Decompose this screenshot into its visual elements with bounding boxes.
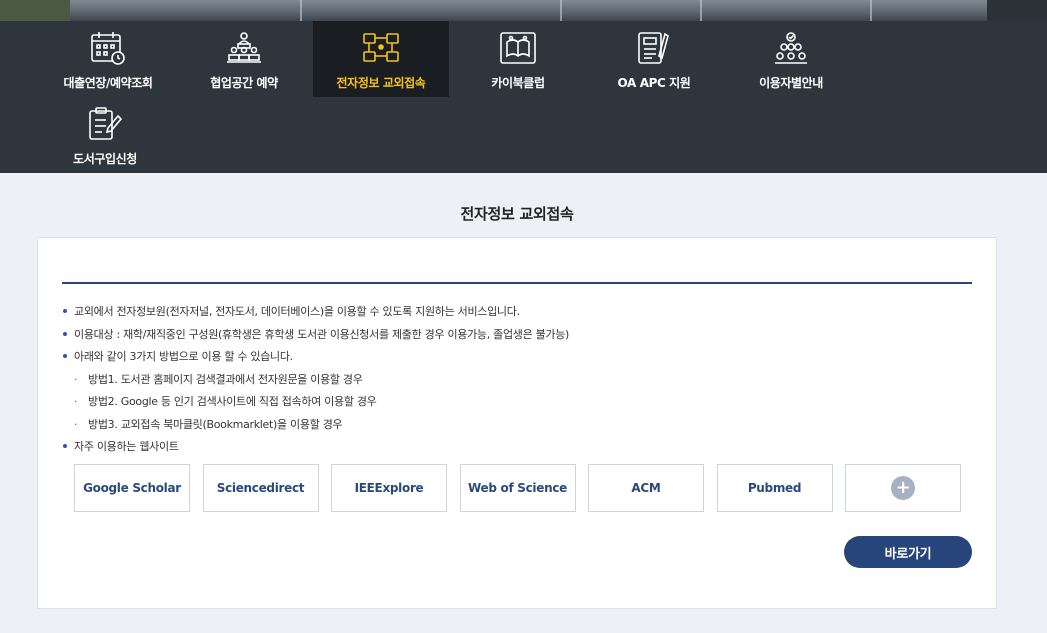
menu-item-book-club[interactable]: 카이북클럽	[450, 21, 586, 97]
hero-stripe	[300, 0, 302, 21]
menu-item-oa-apc[interactable]: OA APC 지원	[586, 21, 722, 97]
user-guide-icon	[771, 29, 811, 67]
document-pen-icon	[634, 29, 674, 67]
hero-stripe	[560, 0, 562, 21]
hero-stripe	[870, 0, 872, 21]
calendar-icon	[88, 29, 128, 67]
sites-heading: 자주 이용하는 웹사이트	[62, 439, 962, 462]
service-menu: 대출연장/예약조회 협업공간 예약 전자정보 교외접속 카이북클럽 OA APC…	[0, 21, 1047, 173]
method-item: 방법1. 도서관 홈페이지 검색결과에서 전자원문을 이용할 경우	[62, 372, 962, 395]
method-item: 방법2. Google 등 인기 검색사이트에 직접 접속하여 이용할 경우	[62, 394, 962, 417]
group-space-icon	[224, 29, 264, 67]
plus-icon: +	[891, 476, 915, 500]
menu-item-collab-space[interactable]: 협업공간 예약	[176, 21, 312, 97]
menu-item-remote-access[interactable]: 전자정보 교외접속	[313, 21, 449, 97]
menu-item-label: 전자정보 교외접속	[336, 76, 426, 90]
go-button[interactable]: 바로가기	[844, 536, 972, 568]
menu-item-label: 이용자별안내	[759, 76, 823, 90]
site-link-sciencedirect[interactable]: Sciencedirect	[202, 464, 319, 512]
menu-item-user-guide[interactable]: 이용자별안내	[723, 21, 859, 97]
list-item: 이용대상 : 재학/재직중인 구성원(휴학생은 휴학생 도서관 이용신청서를 제…	[62, 327, 962, 350]
menu-item-label: 도서구입신청	[73, 152, 137, 166]
list-item: 아래와 같이 3가지 방법으로 이용 할 수 있습니다.	[62, 349, 962, 372]
menu-item-label: 협업공간 예약	[210, 76, 278, 90]
network-icon	[361, 29, 401, 67]
menu-item-label: 대출연장/예약조회	[63, 76, 153, 90]
site-link-web-of-science[interactable]: Web of Science	[459, 464, 576, 512]
menu-item-book-purchase[interactable]: 도서구입신청	[37, 97, 173, 173]
method-item: 방법3. 교외접속 북마클릿(Bookmarklet)을 이용할 경우	[62, 417, 962, 440]
hero-tree	[0, 0, 70, 21]
site-link-google-scholar[interactable]: Google Scholar	[74, 464, 190, 512]
hero-building	[987, 0, 1047, 21]
site-link-ieeexplore[interactable]: IEEExplore	[331, 464, 447, 512]
hero-banner	[0, 0, 1047, 21]
menu-item-loan-renewal[interactable]: 대출연장/예약조회	[40, 21, 176, 97]
clipboard-pen-icon	[85, 105, 125, 143]
more-sites-button[interactable]: +	[845, 464, 961, 512]
hero-stripe	[700, 0, 702, 21]
site-link-pubmed[interactable]: Pubmed	[716, 464, 833, 512]
title-divider	[62, 282, 972, 284]
site-link-acm[interactable]: ACM	[588, 464, 704, 512]
content-panel: 교외에서 전자정보원(전자저널, 전자도서, 데이터베이스)을 이용할 수 있도…	[37, 237, 997, 609]
site-links: Google Scholar Sciencedirect IEEExplore …	[74, 464, 964, 512]
menu-item-label: OA APC 지원	[617, 76, 691, 90]
book-club-icon	[498, 29, 538, 67]
list-item: 교외에서 전자정보원(전자저널, 전자도서, 데이터베이스)을 이용할 수 있도…	[62, 304, 962, 327]
menu-item-label: 카이북클럽	[491, 76, 545, 90]
info-list: 교외에서 전자정보원(전자저널, 전자도서, 데이터베이스)을 이용할 수 있도…	[62, 304, 962, 462]
page-title: 전자정보 교외접속	[460, 205, 574, 223]
